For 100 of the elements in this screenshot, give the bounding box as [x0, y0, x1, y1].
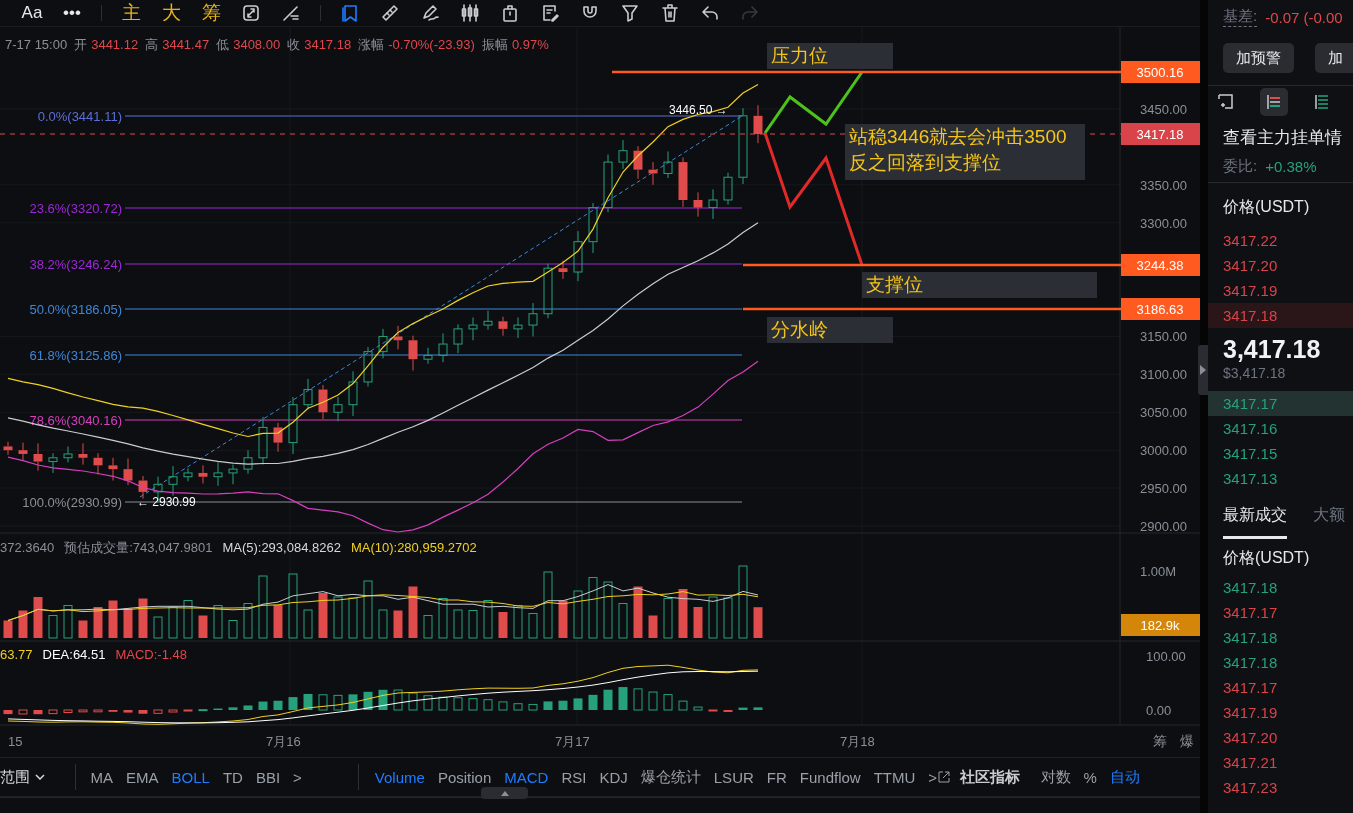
trades-tab[interactable]: 大额 [1313, 505, 1345, 539]
indicator-tab[interactable]: Volume [368, 768, 432, 786]
field-label: 高 [145, 36, 159, 54]
indicator-tab[interactable]: MACD [497, 768, 555, 786]
price-marker: ← 2930.99 [137, 495, 196, 509]
field-label: 低 [216, 36, 230, 54]
field-label: 振幅 [481, 36, 508, 54]
volume-tag: 182.9k [1121, 614, 1200, 636]
indicator-tab[interactable]: LSUR [707, 768, 761, 786]
macd-legend-text: 63.77 [0, 646, 33, 664]
order-price: 3417.13 [1222, 469, 1279, 489]
indicator-tab[interactable]: 自动 [1103, 767, 1147, 787]
field-value: 3417.18 [304, 36, 352, 54]
more-button[interactable]: > [286, 768, 309, 786]
field-value: 3441.47 [162, 36, 210, 54]
ratio-value: +0.38% [1265, 157, 1317, 175]
price-axis-label: 2950.00 [1140, 481, 1187, 497]
fib-level-label: 78.6%(3040.16) [29, 413, 122, 428]
order-price: 3417.22 [1222, 231, 1279, 251]
indicator-tab[interactable]: % [1077, 768, 1104, 786]
indicator-tab[interactable]: FR [760, 768, 794, 786]
alert-button[interactable]: 加预警 [1223, 43, 1294, 73]
date-axis-label: 15 [8, 734, 23, 749]
macd-legend-text: DEA:64.51 [42, 646, 106, 664]
fib-level-label: 0.0%(3441.11) [37, 109, 122, 124]
community-indicators-button[interactable]: 社区指标 [954, 767, 1027, 787]
field-value: -0.70%(-23.93) [388, 36, 475, 54]
fib-level-label: 50.0%(3186.05) [29, 302, 122, 317]
indicator-tab[interactable]: Fundflow [793, 768, 868, 786]
field-label: 开 [74, 36, 88, 54]
trades-tab[interactable]: 最新成交 [1223, 505, 1287, 539]
more-button[interactable]: > [921, 768, 939, 786]
axis-toggle-button[interactable]: 筹 [1153, 733, 1167, 749]
font-button[interactable]: Aa [21, 3, 43, 23]
last-price-usd: $3,417.18 [1223, 364, 1287, 382]
field-value: 3441.12 [91, 36, 139, 54]
order-price: 3417.15 [1222, 444, 1279, 464]
macd-legend-text: MACD:-1.48 [115, 646, 187, 664]
trade-price: 3417.17 [1223, 679, 1278, 696]
indicator-tab[interactable]: MA [84, 768, 120, 786]
indicator-tab[interactable]: TTMU [867, 768, 922, 786]
shortcut-button[interactable]: 主 [121, 0, 141, 26]
more-button[interactable]: ••• [63, 3, 81, 23]
indicator-tab[interactable]: 对数 [1034, 767, 1078, 787]
field-value: 0.97% [511, 36, 549, 54]
price-axis-label: 3350.00 [1140, 177, 1187, 193]
date-axis-label: 7月16 [266, 734, 301, 749]
date-axis-label: 7月18 [840, 734, 875, 749]
axis-toggle-button[interactable]: 爆 [1180, 733, 1194, 749]
price-axis-label: 3100.00 [1140, 367, 1187, 383]
order-price: 3417.20 [1222, 256, 1279, 276]
column-header: 价格(USDT) [1222, 197, 1311, 217]
field-label: 涨幅 [358, 36, 385, 54]
indicator-tab[interactable]: RSI [554, 768, 593, 786]
price-tag: 3186.63 [1121, 298, 1200, 320]
indicator-tab[interactable]: Position [431, 768, 498, 786]
indicator-tab[interactable]: 爆仓统计 [634, 767, 708, 787]
shortcut-button[interactable]: 大 [161, 0, 181, 26]
price-axis-label: 3450.00 [1140, 102, 1187, 117]
fib-level-label: 23.6%(3320.72) [29, 201, 122, 216]
price-tag: 3244.38 [1121, 254, 1200, 276]
volume-legend-text: 预估成交量:743,047.9801 [64, 539, 213, 557]
panel-title[interactable]: 查看主力挂单情 [1208, 128, 1353, 148]
price-axis-label: 3000.00 [1140, 443, 1187, 459]
indicator-tab[interactable]: BBI [249, 768, 287, 786]
volume-legend-text: MA(5):293,084.8262 [222, 539, 341, 557]
trade-price: 3417.18 [1223, 629, 1278, 646]
order-price: 3417.17 [1208, 391, 1353, 416]
price-tag: 3500.16 [1121, 61, 1200, 83]
price-axis-label: 3150.00 [1140, 329, 1187, 345]
annotation-label: 压力位 [767, 43, 893, 69]
volume-legend-text: 372.3640 [0, 539, 55, 557]
macd-axis-label: 0.00 [1146, 703, 1172, 718]
indicator-tab[interactable]: EMA [119, 768, 165, 786]
field-label: 收 [287, 36, 301, 54]
annotation-label: 支撑位 [862, 272, 1097, 298]
volume-axis-label: 1.00M [1140, 564, 1177, 579]
price-axis-label: 2900.00 [1140, 519, 1187, 534]
indicator-tab[interactable]: KDJ [592, 768, 635, 786]
annotation-label: 站稳3446就去会冲击3500 反之回落到支撑位 [845, 124, 1085, 180]
alert-button[interactable]: 加 [1315, 43, 1353, 73]
field-value: 3408.00 [233, 36, 281, 54]
price-marker: 3446.50 → [669, 103, 728, 117]
date-axis-label: 7月17 [555, 734, 590, 749]
basis-label: 基差: [1223, 7, 1258, 27]
price-axis-label: 3300.00 [1140, 215, 1187, 231]
order-price: 3417.19 [1222, 281, 1279, 301]
trade-price: 3417.18 [1223, 579, 1278, 596]
fib-level-label: 38.2%(3246.24) [29, 257, 122, 272]
macd-axis-label: 100.00 [1146, 649, 1186, 664]
fib-level-label: 61.8%(3125.86) [29, 348, 122, 363]
range-dropdown[interactable]: 范围 [0, 767, 30, 787]
shortcut-button[interactable]: 筹 [201, 0, 221, 26]
indicator-tab[interactable]: BOLL [165, 768, 217, 786]
indicator-tab[interactable]: TD [216, 768, 250, 786]
trade-price: 3417.23 [1223, 779, 1278, 796]
trade-price: 3417.18 [1223, 654, 1278, 671]
price-tag: 3417.18 [1121, 123, 1200, 145]
trade-price: 3417.17 [1223, 604, 1278, 621]
basis-value: -0.07 (-0.00 [1265, 8, 1343, 26]
